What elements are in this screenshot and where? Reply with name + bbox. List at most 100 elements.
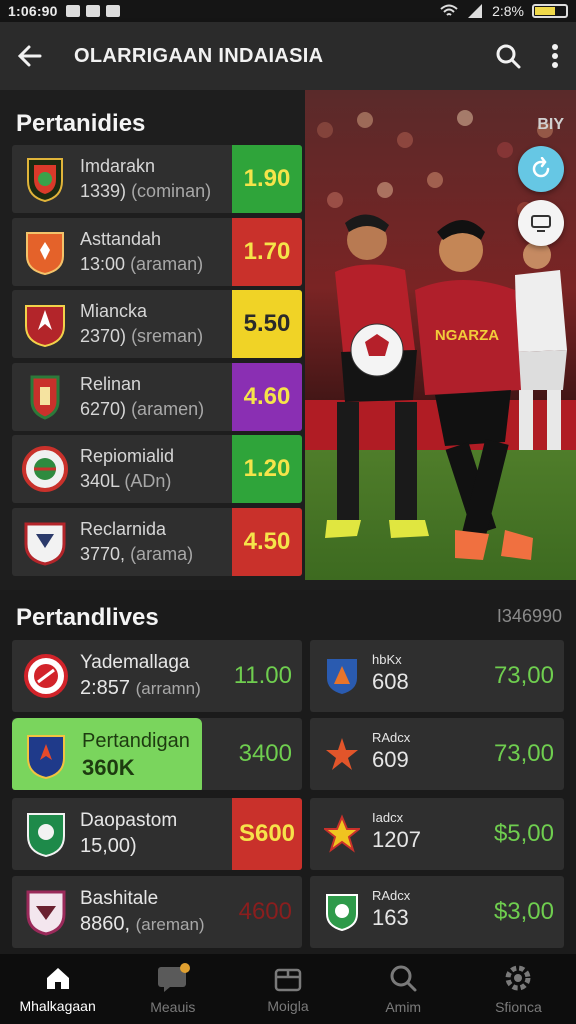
- app-bar: OLARRIGAAN INDAIASIA: [0, 22, 576, 90]
- nav-item-box[interactable]: Moigla: [230, 954, 345, 1024]
- list-item[interactable]: Bashitale 8860, (areman) 4600: [12, 876, 302, 948]
- monitor-icon: [531, 215, 551, 232]
- item-meta: (arramn): [135, 679, 201, 698]
- team-crest-icon: [24, 654, 68, 698]
- match-row[interactable]: Miancka 2370) (sreman) 5.50: [12, 290, 302, 358]
- item-name: Bashitale: [80, 888, 159, 909]
- item-value: 1207: [372, 827, 421, 852]
- page-title: OLARRIGAAN INDAIASIA: [74, 44, 324, 67]
- nav-item-home[interactable]: Mhalkagaan: [0, 954, 115, 1024]
- back-arrow-icon[interactable]: [16, 42, 44, 70]
- team-crest-icon: [25, 305, 65, 348]
- list-item[interactable]: RAdcx 163 $3,00: [310, 876, 564, 948]
- odds-button[interactable]: S600: [232, 798, 302, 870]
- team-crest-icon: [327, 659, 357, 694]
- bottom-nav: Mhalkagaan Meauis Moigla Amim Sfionca: [0, 954, 576, 1024]
- cast-button[interactable]: [518, 200, 564, 246]
- notification-icon: [85, 5, 100, 17]
- match-row[interactable]: Reclarnida 3770, (arama) 4.50: [12, 508, 302, 576]
- team-crest-icon: [27, 813, 65, 858]
- item-value: 609: [372, 747, 409, 772]
- match-meta: (cominan): [131, 181, 212, 201]
- odds-button[interactable]: 1.90: [232, 145, 302, 213]
- refresh-button[interactable]: [518, 146, 564, 192]
- search-icon[interactable]: [494, 42, 522, 70]
- wifi-icon: [440, 4, 458, 16]
- list-section: Pertandlives I346990 Yademallaga 2:857 (…: [0, 590, 576, 954]
- box-icon: [274, 968, 302, 992]
- match-row[interactable]: Repiomialid 340L (ADn) 1.20: [12, 435, 302, 503]
- photo-badge: BIY: [537, 116, 564, 133]
- match-value: 6270): [80, 399, 127, 419]
- nav-item-messages[interactable]: Meauis: [115, 954, 230, 1024]
- jersey-text: NGARZA: [435, 327, 499, 344]
- match-name: Reclarnida: [80, 519, 167, 539]
- match-value: 13:00: [80, 254, 126, 274]
- status-bar: 1:06:90 2:8%: [0, 0, 576, 22]
- item-name: Iadcx: [372, 810, 404, 825]
- list-item[interactable]: Daopastom 15,00) S600: [12, 798, 302, 870]
- more-vert-icon[interactable]: [550, 42, 560, 70]
- match-value: 1339): [80, 181, 127, 201]
- odds-button[interactable]: 1.20: [232, 435, 302, 503]
- home-icon: [46, 968, 69, 989]
- match-row[interactable]: Relinan 6270) (aramen) 4.60: [12, 363, 302, 431]
- list-item[interactable]: hbKx 608 73,00: [310, 640, 564, 712]
- search-icon: [390, 965, 417, 992]
- nav-label: Sfionca: [495, 999, 542, 1015]
- match-meta: (arama): [130, 544, 194, 564]
- section-count: I346990: [496, 606, 562, 626]
- odds-value[interactable]: 4600: [239, 898, 292, 926]
- status-time: 1:06:90: [8, 3, 58, 19]
- list-item[interactable]: Iadcx 1207 $5,00: [310, 798, 564, 870]
- team-crest-icon: [27, 735, 65, 780]
- odds-value[interactable]: 73,00: [494, 662, 554, 690]
- match-row[interactable]: Asttandah 13:00 (araman) 1.70: [12, 218, 302, 286]
- featured-section: Pertanidies Imdarakn 1339) (cominan) 1.9…: [0, 90, 576, 590]
- team-crest-icon: [26, 232, 64, 276]
- item-name: hbKx: [372, 652, 402, 667]
- odds-button[interactable]: 4.50: [232, 508, 302, 576]
- item-value: 2:857: [80, 677, 131, 699]
- item-name: Daopastom: [80, 810, 178, 831]
- star-burst-icon: [326, 738, 358, 770]
- item-value: 608: [372, 669, 409, 694]
- team-crest-icon: [22, 446, 68, 492]
- odds-button[interactable]: 4.60: [232, 363, 302, 431]
- nav-item-settings[interactable]: Sfionca: [461, 954, 576, 1024]
- odds-value[interactable]: 73,00: [494, 740, 554, 768]
- match-name: Asttandah: [80, 229, 162, 249]
- match-value: 2370): [80, 326, 127, 346]
- item-value: 15,00): [80, 835, 137, 857]
- item-name: Yademallaga: [80, 652, 190, 673]
- section-title: Pertandlives: [16, 604, 159, 631]
- team-crest-icon: [24, 522, 66, 566]
- odds-button[interactable]: 5.50: [232, 290, 302, 358]
- item-name: RAdcx: [372, 888, 411, 903]
- section-title: Pertanidies: [16, 110, 146, 137]
- match-row[interactable]: Imdarakn 1339) (cominan) 1.90: [12, 145, 302, 213]
- odds-value[interactable]: 3400: [239, 740, 292, 768]
- highlighted-item[interactable]: Pertandigan 360K: [12, 718, 202, 790]
- match-value: 340L: [80, 471, 120, 491]
- odds-value[interactable]: $3,00: [494, 898, 554, 926]
- battery-icon: [532, 4, 568, 18]
- odds-value[interactable]: 11.00: [234, 662, 292, 690]
- item-meta: (areman): [135, 915, 205, 934]
- chat-icon: [157, 963, 190, 992]
- refresh-icon: [532, 157, 550, 178]
- item-value: 360K: [82, 755, 135, 780]
- match-name: Repiomialid: [80, 446, 175, 466]
- match-name: Relinan: [80, 374, 142, 394]
- star-icon: [324, 814, 360, 853]
- item-value: 8860,: [80, 913, 131, 935]
- notification-icon: [105, 5, 120, 17]
- list-item[interactable]: RAdcx 609 73,00: [310, 718, 564, 790]
- list-item[interactable]: Yademallaga 2:857 (arramn) 11.00: [12, 640, 302, 712]
- nav-item-search[interactable]: Amim: [346, 954, 461, 1024]
- odds-button[interactable]: 1.70: [232, 218, 302, 286]
- item-name: RAdcx: [372, 730, 411, 745]
- list-item[interactable]: Pertandigan 360K 3400: [12, 718, 302, 790]
- odds-value[interactable]: $5,00: [494, 820, 554, 848]
- match-name: Imdarakn: [80, 156, 156, 176]
